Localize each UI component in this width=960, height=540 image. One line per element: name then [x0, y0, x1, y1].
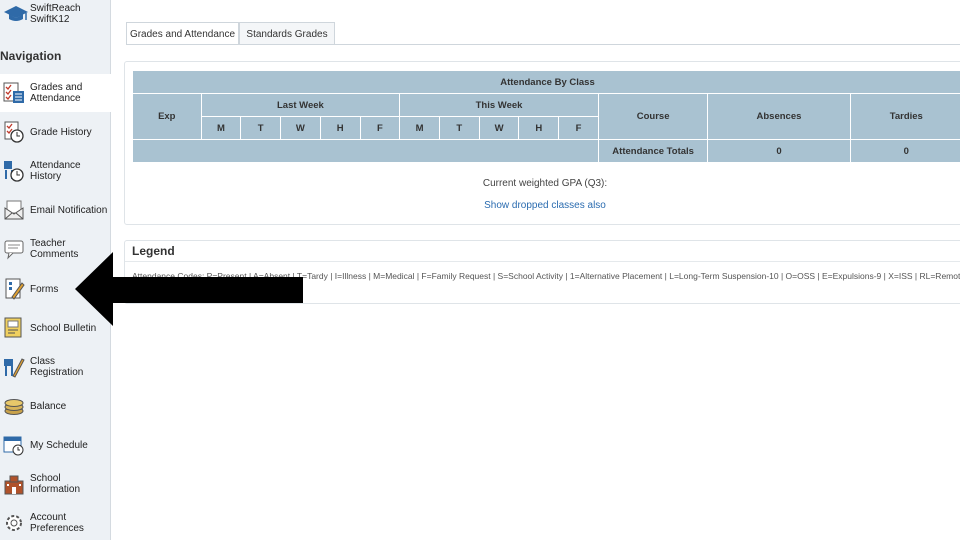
nav-heading: Navigation [0, 49, 62, 63]
attendance-table: Attendance By Class Exp Last Week This W… [132, 70, 960, 163]
nav-label: Attendance History [30, 160, 81, 182]
arrow-pointer-icon [75, 252, 303, 326]
day-header: W [280, 116, 321, 140]
totals-tardies: 0 [849, 139, 960, 163]
nav-item-school-information[interactable]: School Information [0, 465, 111, 503]
day-header: T [438, 116, 480, 140]
gpa-text: Current weighted GPA (Q3): [482, 178, 608, 189]
attendance-panel: Attendance By Class Exp Last Week This W… [124, 61, 960, 225]
tab-grades-attendance[interactable]: Grades and Attendance [126, 22, 239, 45]
grades-attendance-icon [3, 82, 24, 103]
day-header: H [319, 116, 361, 140]
nav-item-class-registration[interactable]: Class Registration [0, 348, 111, 386]
tab-standards-grades[interactable]: Standards Grades [239, 22, 335, 45]
attendance-history-icon [4, 161, 24, 182]
course-header: Course [597, 93, 709, 140]
balance-icon [4, 399, 24, 415]
this-week-header: This Week [399, 93, 599, 117]
grade-history-icon [4, 121, 24, 143]
last-week-header: Last Week [200, 93, 401, 117]
nav-label: Account Preferences [30, 512, 84, 534]
tardies-header: Tardies [849, 93, 960, 140]
absences-header: Absences [707, 93, 851, 140]
day-header: M [399, 116, 440, 140]
nav-label: Class Registration [30, 356, 84, 378]
tab-divider [126, 44, 960, 45]
table-title: Attendance By Class [132, 70, 960, 94]
comments-icon [4, 240, 24, 260]
exp-header: Exp [132, 93, 202, 140]
nav-item-grade-history[interactable]: Grade History [0, 113, 111, 151]
nav-label: Balance [30, 400, 67, 412]
nav-item-my-schedule[interactable]: My Schedule [0, 426, 111, 464]
nav-label: Email Notification [30, 204, 108, 216]
brand-logo[interactable]: SwiftReach SwiftK12 [0, 0, 111, 38]
day-header: M [200, 116, 242, 140]
brand-line2: SwiftK12 [30, 14, 70, 25]
registration-icon [4, 358, 25, 378]
nav-item-balance[interactable]: Balance [0, 387, 111, 425]
day-header: F [359, 116, 401, 140]
nav-label: Grades and Attendance [30, 82, 83, 104]
day-header: H [518, 116, 560, 140]
brand-line1: SwiftReach [30, 3, 81, 14]
totals-absences: 0 [707, 139, 851, 163]
nav-item-email-notification[interactable]: Email Notification [0, 191, 111, 229]
nav-item-attendance-history[interactable]: Attendance History [0, 152, 111, 190]
schedule-icon [3, 436, 24, 456]
totals-label: Attendance Totals [597, 139, 709, 163]
bulletin-icon [4, 317, 22, 338]
totals-spacer [132, 139, 599, 163]
nav-label: Grade History [30, 126, 92, 138]
nav-label: School Information [30, 473, 81, 495]
forms-icon [5, 278, 25, 300]
email-icon [4, 200, 24, 220]
nav-label: My Schedule [30, 439, 88, 451]
show-dropped-link[interactable]: Show dropped classes also [125, 200, 960, 211]
day-header: T [240, 116, 282, 140]
day-header: F [558, 116, 599, 140]
school-icon [4, 475, 24, 495]
nav-item-account-preferences[interactable]: Account Preferences [0, 504, 111, 540]
graduation-cap-icon [4, 6, 28, 21]
nav-item-grades-attendance[interactable]: Grades and Attendance [0, 74, 112, 112]
day-header: W [478, 116, 520, 140]
preferences-icon [6, 515, 22, 531]
